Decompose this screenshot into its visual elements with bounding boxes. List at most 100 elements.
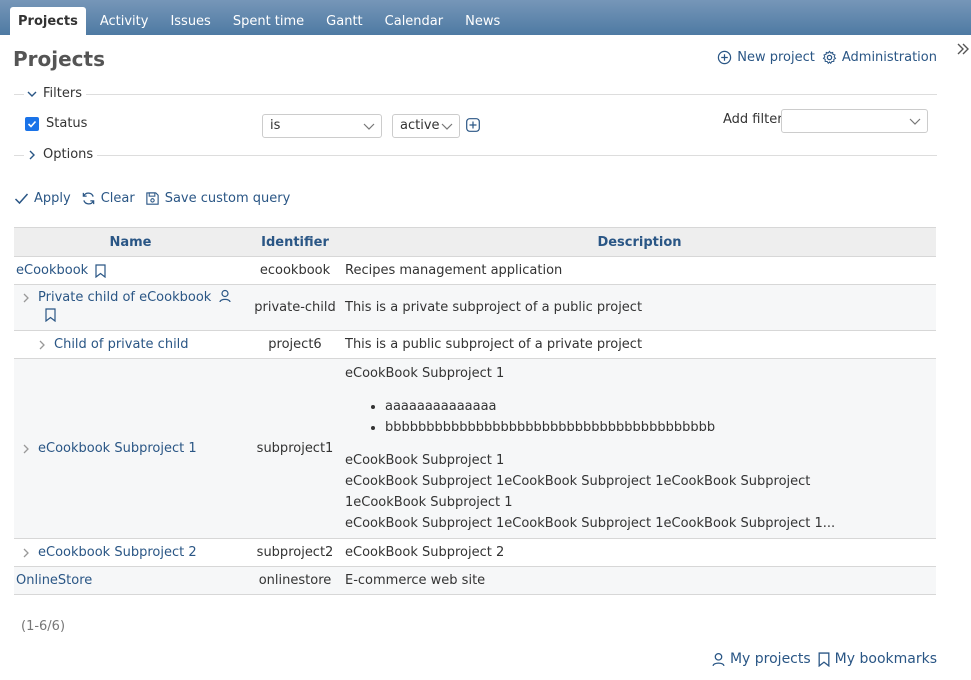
status-value-select[interactable]: active [392, 114, 460, 138]
expand-toggle[interactable] [22, 547, 38, 559]
toggle-multiselect-button[interactable] [466, 118, 480, 136]
chevron-down-icon [441, 123, 453, 130]
column-header-description[interactable]: Description [343, 227, 936, 257]
project-description: This is a public subproject of a private… [343, 330, 936, 359]
project-link[interactable]: eCookbook [16, 263, 88, 278]
tab-news[interactable]: News [457, 7, 508, 35]
project-name-cell: eCookbook [14, 256, 247, 285]
apply-button[interactable]: Apply [14, 191, 71, 206]
chevron-right-icon [23, 548, 29, 557]
chevron-right-icon [39, 340, 45, 349]
project-link[interactable]: eCookbook Subproject 2 [38, 545, 197, 560]
filters-legend[interactable]: Filters [24, 86, 86, 101]
filter-status-row: Status [25, 116, 87, 131]
bookmark-icon [818, 651, 830, 667]
bookmark-icon [45, 308, 56, 323]
status-operator-select[interactable]: is [262, 114, 382, 138]
project-identifier: subproject2 [247, 538, 343, 567]
apply-label: Apply [34, 191, 71, 206]
administration-link[interactable]: Administration [822, 50, 937, 65]
project-link[interactable]: eCookbook Subproject 1 [38, 441, 197, 456]
description-list-item: aaaaaaaaaaaaaa [385, 396, 934, 417]
table-row: Child of private child project6 This is … [14, 330, 936, 359]
table-header-row: Name Identifier Description [14, 227, 936, 257]
description-list-item: bbbbbbbbbbbbbbbbbbbbbbbbbbbbbbbbbbbbbbbb [385, 417, 934, 438]
sidebar-toggle-button[interactable] [956, 40, 970, 58]
gear-icon [822, 50, 837, 65]
user-icon [219, 289, 232, 303]
checkmark-icon [27, 120, 37, 128]
project-description: Recipes management application [343, 256, 936, 285]
project-description-block: eCookBook Subproject 1 aaaaaaaaaaaaaa bb… [345, 363, 934, 534]
new-project-link[interactable]: New project [717, 50, 815, 65]
options-divider [14, 155, 937, 156]
tab-activity[interactable]: Activity [92, 7, 157, 35]
description-paragraph: eCookBook Subproject 1eCookBook Subproje… [345, 516, 836, 531]
status-filter-label: Status [46, 116, 88, 131]
column-header-identifier[interactable]: Identifier [247, 227, 343, 257]
double-chevron-right-icon [957, 43, 969, 55]
description-list: aaaaaaaaaaaaaa bbbbbbbbbbbbbbbbbbbbbbbbb… [345, 396, 934, 438]
chevron-down-icon [909, 118, 921, 125]
project-description: eCookBook Subproject 1 aaaaaaaaaaaaaa bb… [343, 358, 936, 539]
project-link[interactable]: Child of private child [54, 337, 189, 352]
tab-issues[interactable]: Issues [162, 7, 218, 35]
filters-legend-label: Filters [43, 86, 82, 101]
expand-toggle[interactable] [22, 286, 38, 304]
projects-table: Name Identifier Description eCookbook ec… [14, 227, 936, 595]
tab-projects[interactable]: Projects [10, 7, 86, 35]
chevron-down-icon [27, 91, 37, 97]
footer-links: My projects My bookmarks [705, 651, 937, 667]
tab-spent-time[interactable]: Spent time [225, 7, 312, 35]
save-custom-query-label: Save custom query [164, 191, 291, 206]
project-name-cell: Child of private child [14, 330, 247, 359]
project-identifier: ecookbook [247, 256, 343, 285]
user-icon [712, 652, 725, 666]
project-name-cell: OnlineStore [14, 566, 247, 595]
clear-button[interactable]: Clear [81, 191, 135, 206]
status-value-selected: active [400, 118, 440, 133]
my-bookmarks-link[interactable]: My bookmarks [818, 651, 937, 667]
save-disk-icon [146, 192, 159, 205]
project-identifier: subproject1 [247, 358, 343, 539]
column-header-name[interactable]: Name [14, 227, 247, 257]
context-actions: New project Administration [710, 50, 937, 65]
tab-calendar[interactable]: Calendar [377, 7, 451, 35]
filters-divider [14, 94, 937, 95]
add-filter-select[interactable] [781, 109, 928, 133]
project-link[interactable]: Private child of eCookbook [38, 290, 211, 305]
status-operator-value: is [270, 118, 281, 133]
tab-gantt[interactable]: Gantt [318, 7, 370, 35]
chevron-right-icon [29, 150, 35, 159]
table-row: Private child of eCookbook private-child… [14, 284, 936, 331]
chevron-right-icon [23, 293, 29, 303]
project-name-cell: eCookbook Subproject 2 [14, 538, 247, 567]
refresh-icon [82, 192, 94, 205]
checkmark-icon [14, 193, 29, 205]
status-filter-checkbox[interactable] [25, 116, 39, 131]
project-name-cell: eCookbook Subproject 1 [14, 358, 247, 539]
clear-label: Clear [100, 191, 135, 206]
my-projects-link[interactable]: My projects [712, 651, 811, 667]
expand-toggle[interactable] [22, 443, 38, 455]
project-identifier: onlinestore [247, 566, 343, 595]
plus-square-icon [466, 118, 480, 132]
main-menu-tabs: Projects Activity Issues Spent time Gant… [8, 7, 514, 35]
add-filter-label: Add filter [723, 112, 783, 127]
save-custom-query-button[interactable]: Save custom query [145, 191, 291, 206]
description-paragraph: eCookBook Subproject 1 [345, 453, 505, 468]
project-description: This is a private subproject of a public… [343, 284, 936, 331]
table-row: OnlineStore onlinestore E-commerce web s… [14, 566, 936, 595]
description-paragraph: eCookBook Subproject 1 [345, 366, 505, 381]
my-bookmarks-label: My bookmarks [834, 651, 937, 667]
description-paragraph: eCookBook Subproject 1eCookBook Subproje… [345, 474, 811, 510]
chevron-down-icon [363, 123, 375, 130]
project-name-cell: Private child of eCookbook [14, 284, 247, 331]
options-legend-label: Options [43, 147, 94, 162]
options-legend[interactable]: Options [24, 147, 98, 162]
project-link[interactable]: OnlineStore [16, 573, 92, 588]
chevron-right-icon [23, 444, 29, 453]
expand-toggle[interactable] [38, 339, 54, 351]
plus-circle-icon [718, 50, 732, 65]
table-row: eCookbook Subproject 2 subproject2 eCook… [14, 538, 936, 567]
